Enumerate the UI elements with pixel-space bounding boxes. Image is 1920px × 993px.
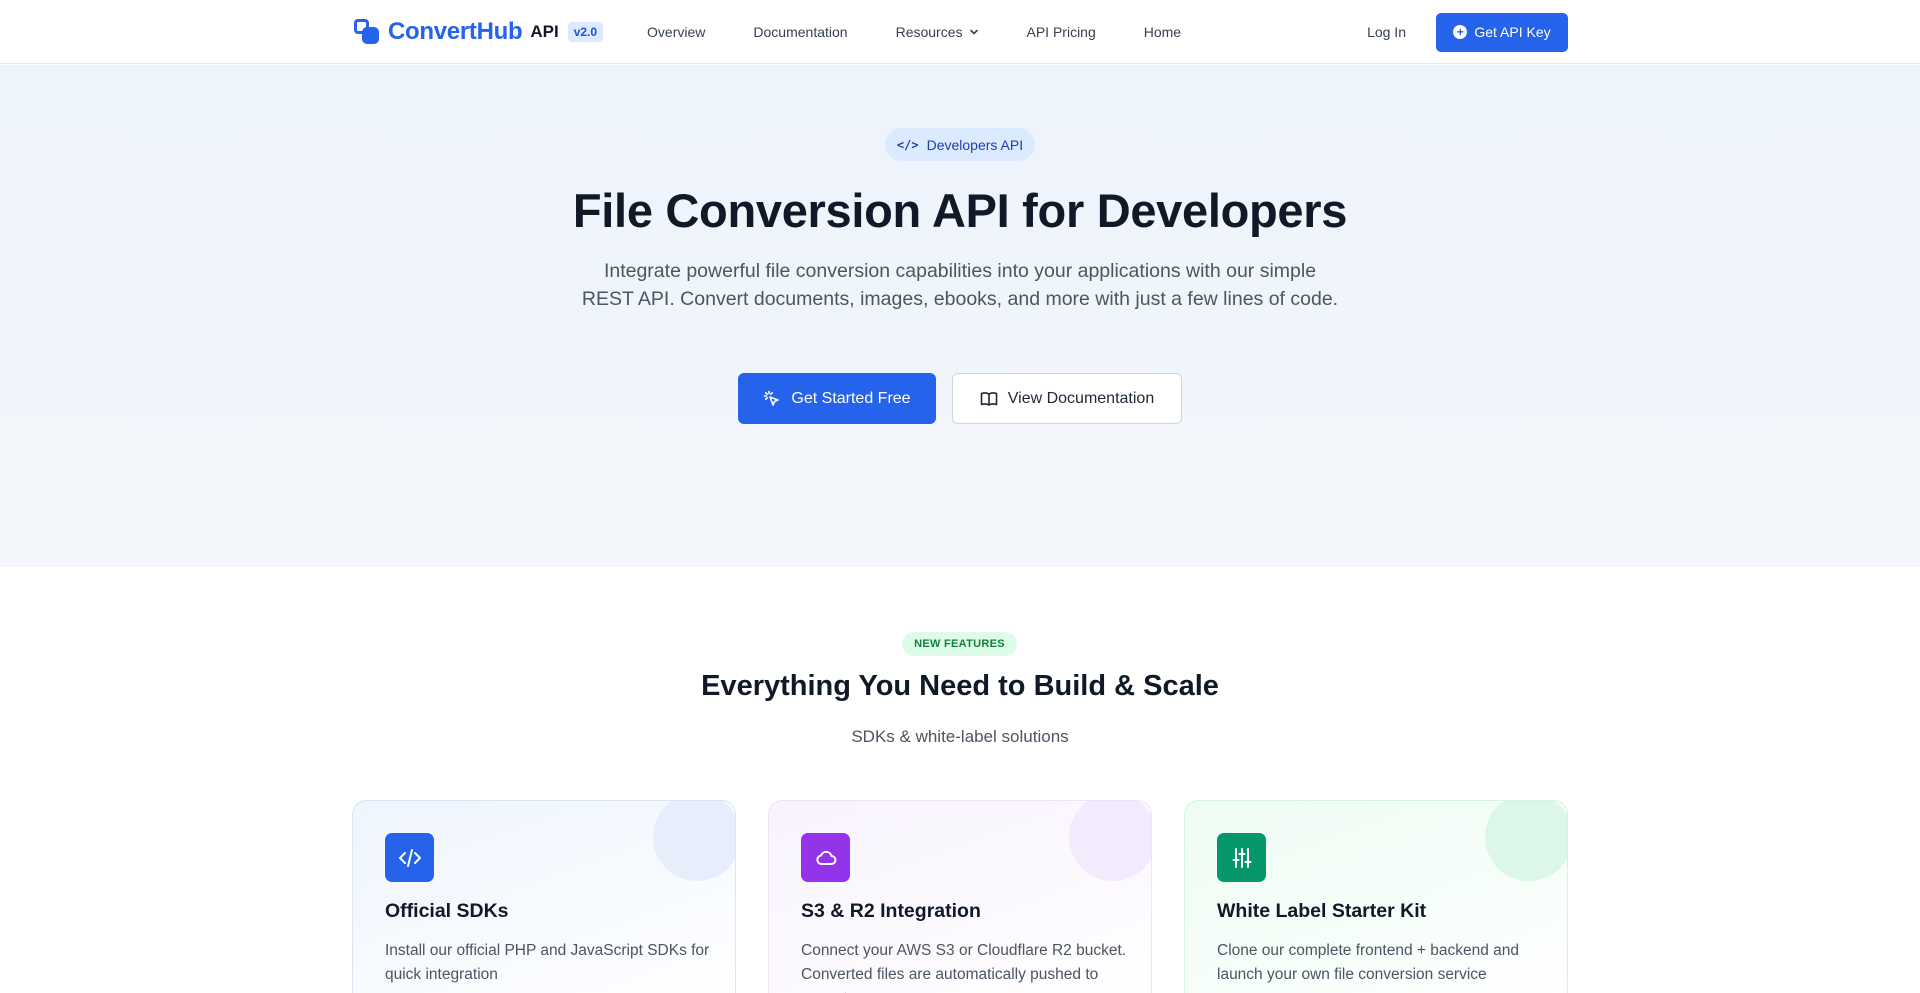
feature-card-white-label-starter-kit[interactable]: White Label Starter Kit Clone our comple… [1184,800,1568,993]
feature-card-official-sdks[interactable]: Official SDKs Install our official PHP a… [352,800,736,993]
hero-title: File Conversion API for Developers [572,184,1348,237]
plus-circle-icon: + [1453,25,1468,39]
nav-link-home[interactable]: Home [1144,24,1181,40]
pointer-click-icon [764,390,780,406]
nav-link-documentation[interactable]: Documentation [753,24,847,40]
navbar-container: ConvertHub API v2.0 Overview Documentati… [352,0,1568,64]
nav-link-resources[interactable]: Resources [896,24,979,40]
chevron-down-icon [969,29,978,35]
developers-api-label: Developers API [926,136,1024,153]
nav-actions: Log In + Get API Key [1367,12,1568,52]
nav-link-overview[interactable]: Overview [647,24,705,40]
get-started-free-button[interactable]: Get Started Free [738,373,936,424]
feature-card-description: Install our official PHP and JavaScript … [385,942,710,983]
brand-name: ConvertHub [388,18,523,45]
feature-card-description: Clone our complete frontend + backend an… [1217,942,1520,983]
top-navbar: ConvertHub API v2.0 Overview Documentati… [0,0,1920,64]
feature-card-s3-r2-integration[interactable]: S3 & R2 Integration Connect your AWS S3 … [768,800,1152,993]
features-subtitle: SDKs & white-label solutions [851,727,1069,746]
view-documentation-label: View Documentation [1007,389,1155,407]
nav-link-api-pricing[interactable]: API Pricing [1027,24,1096,40]
brand-logo[interactable]: ConvertHub API v2.0 [352,17,604,47]
book-open-icon [980,391,998,406]
view-documentation-button[interactable]: View Documentation [952,373,1182,424]
nav-link-resources-label: Resources [895,24,963,40]
cloud-icon [801,833,850,882]
feature-card-title: Official SDKs [385,900,509,922]
feature-card-title: S3 & R2 Integration [801,900,981,922]
features-title: Everything You Need to Build & Scale [701,670,1219,702]
feature-card-description: Connect your AWS S3 or Cloudflare R2 buc… [801,942,1127,993]
main-menu: Overview Documentation Resources API Pri… [647,24,1229,40]
get-api-key-label: Get API Key [1474,24,1551,40]
code-icon: </> [896,137,919,152]
decorative-circle [653,801,735,881]
hero-description: Integrate powerful file conversion capab… [581,260,1339,310]
get-api-key-button[interactable]: + Get API Key [1436,12,1568,52]
feature-card-title: White Label Starter Kit [1217,900,1427,922]
decorative-circle [1069,801,1151,881]
version-badge: v2.0 [567,22,604,42]
convert-logo-icon [352,17,382,47]
login-link[interactable]: Log In [1367,24,1406,40]
code-icon [385,833,434,882]
get-started-free-label: Get Started Free [791,389,911,407]
new-features-badge: NEW FEATURES [902,632,1017,656]
hero-section: </> Developers API File Conversion API f… [0,65,1920,567]
sliders-icon [1217,833,1266,882]
brand-suffix: API [530,22,559,41]
developers-api-badge: </> Developers API [885,128,1035,161]
decorative-circle [1485,801,1567,881]
